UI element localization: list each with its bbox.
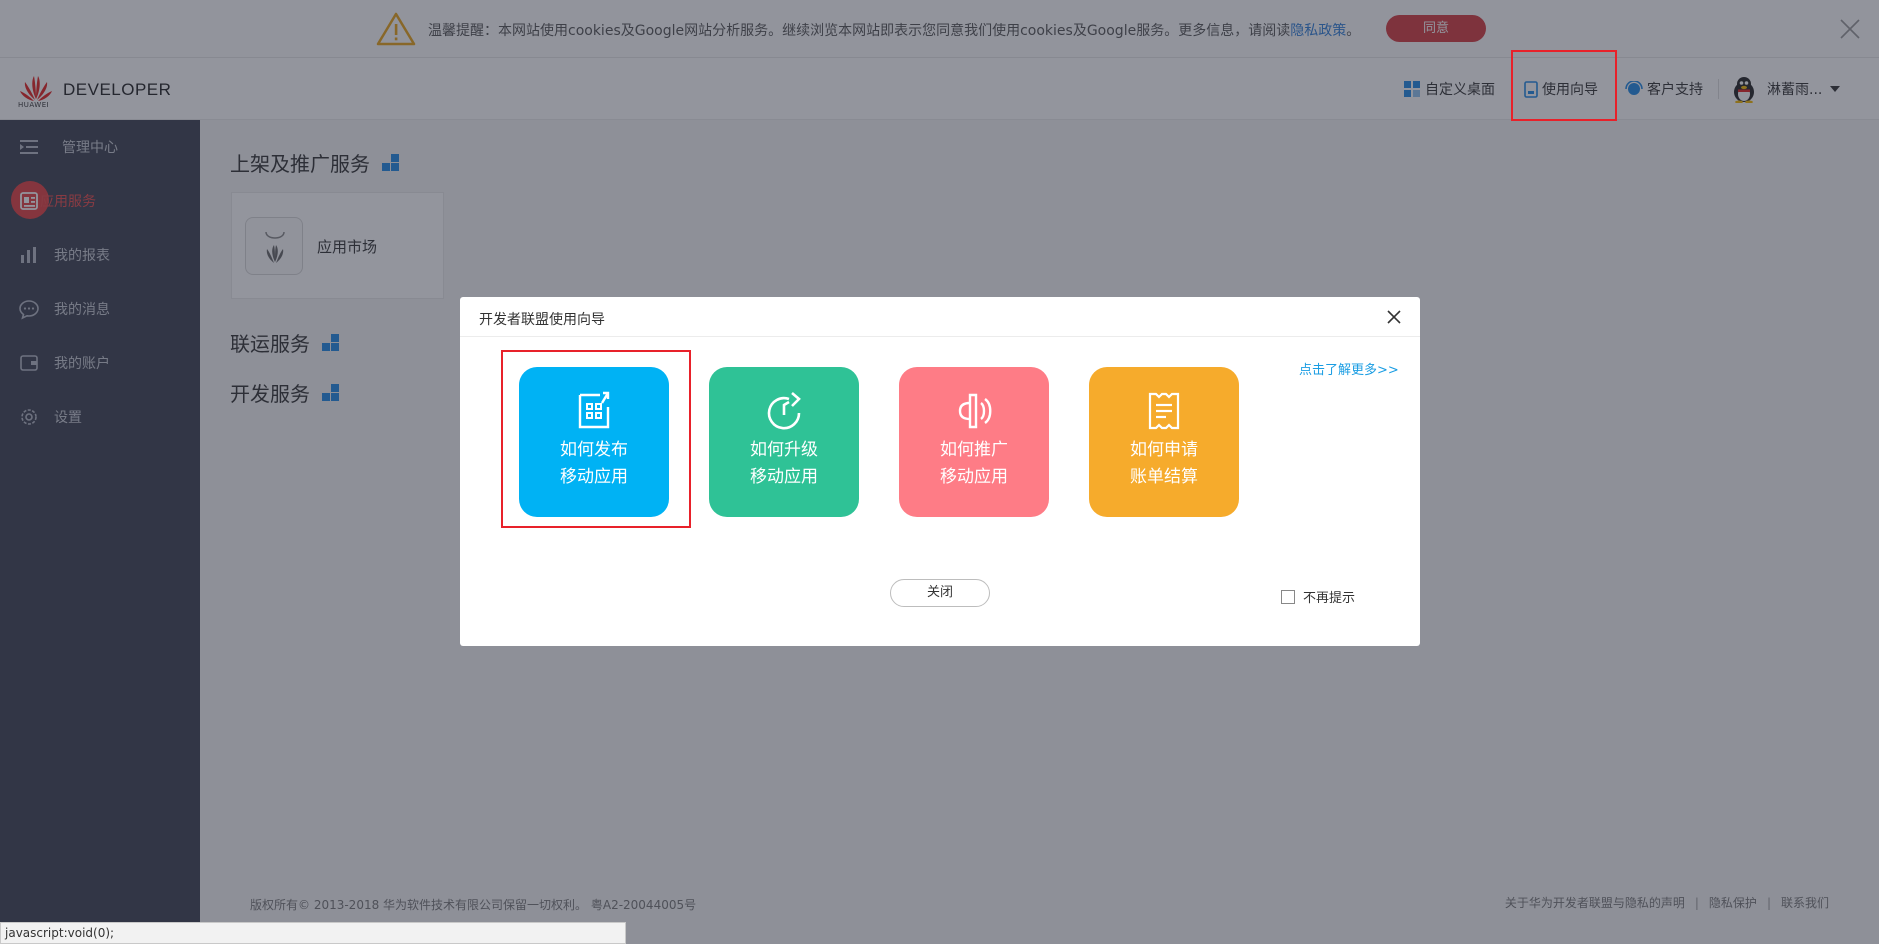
tile-label: 如何申请 账单结算 bbox=[1089, 437, 1239, 491]
tile-label-line1: 如何申请 bbox=[1130, 440, 1198, 460]
tile-label-line2: 移动应用 bbox=[750, 467, 818, 487]
learn-more-link[interactable]: 点击了解更多>> bbox=[1299, 359, 1399, 378]
dialog-title: 开发者联盟使用向导 bbox=[479, 312, 605, 328]
receipt-icon bbox=[1148, 392, 1180, 430]
tile-label-line2: 移动应用 bbox=[560, 467, 628, 487]
tile-label-line2: 账单结算 bbox=[1130, 467, 1198, 487]
browser-status-bar: javascript:void(0); bbox=[0, 922, 626, 944]
tile-label-line1: 如何推广 bbox=[940, 440, 1008, 460]
guide-tile-billing[interactable]: 如何申请 账单结算 bbox=[1089, 367, 1239, 517]
close-icon[interactable] bbox=[1384, 307, 1404, 327]
close-button[interactable]: 关闭 bbox=[890, 579, 990, 607]
user-guide-dialog: 开发者联盟使用向导 点击了解更多>> 如何发布 移动应用 如何升级 移动应用 如… bbox=[460, 297, 1420, 646]
tile-label: 如何发布 移动应用 bbox=[519, 437, 669, 491]
no-remind-checkbox[interactable] bbox=[1281, 589, 1295, 604]
tile-label-line2: 移动应用 bbox=[940, 467, 1008, 487]
app-publish-icon bbox=[578, 391, 610, 429]
tile-label: 如何推广 移动应用 bbox=[899, 437, 1049, 491]
megaphone-icon bbox=[958, 393, 992, 429]
dialog-header: 开发者联盟使用向导 bbox=[460, 297, 1420, 337]
tile-label: 如何升级 移动应用 bbox=[709, 437, 859, 491]
guide-tile-promote-app[interactable]: 如何推广 移动应用 bbox=[899, 367, 1049, 517]
no-remind-label: 不再提示 bbox=[1303, 591, 1356, 606]
guide-tile-upgrade-app[interactable]: 如何升级 移动应用 bbox=[709, 367, 859, 517]
guide-tile-publish-app[interactable]: 如何发布 移动应用 bbox=[519, 367, 669, 517]
tile-label-line1: 如何升级 bbox=[750, 440, 818, 460]
upgrade-icon bbox=[767, 392, 801, 430]
highlight-box bbox=[1511, 50, 1617, 121]
tile-label-line1: 如何发布 bbox=[560, 440, 628, 460]
no-remind-option[interactable]: 不再提示 bbox=[1281, 587, 1355, 606]
